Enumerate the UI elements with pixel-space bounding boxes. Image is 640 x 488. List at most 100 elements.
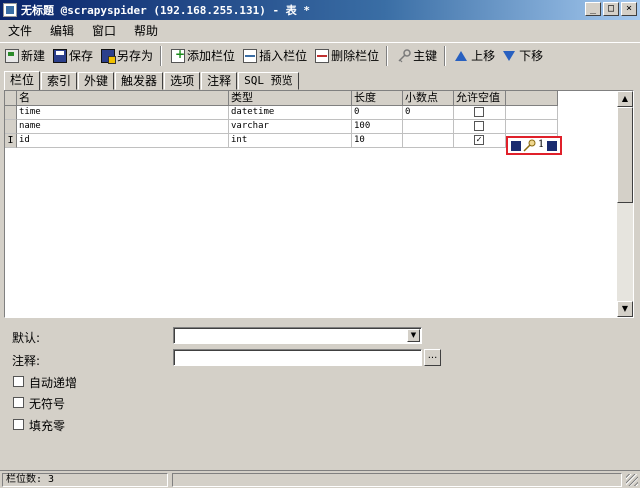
resize-grip-icon[interactable]	[626, 474, 638, 486]
cell-name[interactable]: time	[17, 106, 229, 120]
cell-decimals[interactable]: 0	[403, 106, 454, 120]
new-button[interactable]: 新建	[2, 45, 48, 67]
tab-strip: 栏位 索引 外键 触发器 选项 注释 SQL 预览	[4, 70, 300, 91]
allow-null-checkbox[interactable]	[474, 121, 484, 131]
delete-column-icon	[315, 48, 330, 63]
new-label: 新建	[21, 49, 46, 63]
grid-header-indicator	[5, 91, 17, 106]
tab-indexes[interactable]: 索引	[41, 72, 78, 90]
auto-increment-label: 自动递增	[29, 376, 78, 390]
delete-column-label: 删除栏位	[331, 49, 380, 63]
cell-type[interactable]: int	[229, 134, 352, 148]
menu-file[interactable]: 文件	[8, 22, 32, 39]
allow-null-checkbox[interactable]	[474, 107, 484, 117]
unsigned-label: 无符号	[29, 397, 66, 411]
new-icon	[5, 48, 19, 63]
status-bar: 栏位数: 3	[0, 470, 640, 488]
cell-key[interactable]	[506, 120, 558, 134]
save-label: 保存	[69, 49, 94, 63]
scroll-down-button[interactable]: ▼	[617, 301, 633, 317]
default-select[interactable]: ▼	[173, 327, 422, 344]
cell-allow-null[interactable]	[454, 120, 506, 134]
grid-header-name[interactable]: 名	[17, 91, 229, 106]
tab-comment[interactable]: 注释	[201, 72, 238, 90]
grid-header-key[interactable]	[506, 91, 558, 106]
minimize-button[interactable]: _	[585, 2, 601, 16]
toolbar-separator	[160, 45, 163, 66]
tab-foreign-keys[interactable]: 外键	[78, 72, 115, 90]
key-icon	[523, 139, 536, 152]
comment-edit-button[interactable]: ...	[424, 349, 441, 366]
insert-column-button[interactable]: 插入栏位	[240, 45, 310, 67]
auto-increment-checkbox[interactable]	[13, 376, 24, 387]
key-icon	[398, 48, 411, 62]
tab-sql-preview[interactable]: SQL 预览	[238, 72, 299, 90]
table-row[interactable]: I id int 10 ✓	[5, 134, 558, 148]
comment-input[interactable]	[173, 349, 422, 366]
allow-null-checkbox-checked[interactable]: ✓	[474, 135, 484, 145]
table-row[interactable]: name varchar 100	[5, 120, 558, 134]
key-order: 1	[538, 139, 545, 150]
window-controls: _ □ ×	[585, 2, 637, 16]
zerofill-label: 填充零	[29, 419, 66, 433]
column-count-status: 栏位数: 3	[2, 473, 168, 487]
default-label: 默认:	[12, 331, 41, 345]
key-marker-left	[511, 141, 521, 151]
title-bar: 无标题 @scrapyspider (192.168.255.131) - 表 …	[0, 0, 640, 20]
unsigned-checkbox[interactable]	[13, 397, 24, 408]
cell-allow-null[interactable]: ✓	[454, 134, 506, 148]
cell-decimals[interactable]	[403, 134, 454, 148]
current-row-indicator[interactable]: I	[5, 134, 17, 148]
menu-window[interactable]: 窗口	[92, 22, 116, 39]
save-as-label: 另存为	[117, 49, 154, 63]
menu-edit[interactable]: 编辑	[50, 22, 74, 39]
chevron-down-icon[interactable]: ▼	[407, 329, 420, 342]
cell-key[interactable]	[506, 106, 558, 120]
insert-column-icon	[243, 48, 258, 63]
tab-columns[interactable]: 栏位	[4, 71, 41, 91]
app-icon	[3, 3, 17, 17]
save-button[interactable]: 保存	[50, 45, 96, 67]
zerofill-checkbox[interactable]	[13, 419, 24, 430]
cell-decimals[interactable]	[403, 120, 454, 134]
cell-length[interactable]: 0	[352, 106, 403, 120]
cell-allow-null[interactable]	[454, 106, 506, 120]
add-column-button[interactable]: 添加栏位	[168, 45, 238, 67]
move-up-label: 上移	[471, 49, 496, 63]
grid-header-decimals[interactable]: 小数点	[403, 91, 454, 106]
delete-column-button[interactable]: 删除栏位	[312, 45, 382, 67]
primary-key-button[interactable]: 主键	[394, 45, 440, 67]
table-row[interactable]: time datetime 0 0	[5, 106, 558, 120]
grid-header-allow-null[interactable]: 允许空值	[454, 91, 506, 106]
scroll-thumb[interactable]	[617, 107, 633, 203]
cell-name[interactable]: name	[17, 120, 229, 134]
cell-length[interactable]: 100	[352, 120, 403, 134]
move-down-button[interactable]: 下移	[500, 45, 546, 67]
menu-help[interactable]: 帮助	[134, 22, 158, 39]
window-title: 无标题 @scrapyspider (192.168.255.131) - 表 …	[21, 4, 311, 17]
toolbar: 新建 保存 另存为 添加栏位 插入栏位 删除栏位 主键 上移 下移	[0, 42, 640, 68]
grid-vertical-scrollbar[interactable]: ▲ ▼	[617, 91, 633, 317]
add-column-icon	[171, 47, 185, 63]
arrow-down-icon	[503, 50, 516, 61]
cell-type[interactable]: datetime	[229, 106, 352, 120]
primary-key-label: 主键	[413, 49, 438, 63]
row-indicator[interactable]	[5, 120, 17, 134]
scroll-up-button[interactable]: ▲	[617, 91, 633, 107]
tab-options[interactable]: 选项	[164, 72, 201, 90]
tab-triggers[interactable]: 触发器	[115, 72, 164, 90]
menu-bar: 文件 编辑 窗口 帮助	[0, 20, 640, 40]
move-up-button[interactable]: 上移	[452, 45, 498, 67]
save-as-button[interactable]: 另存为	[98, 45, 156, 67]
grid-header: 名 类型 长度 小数点 允许空值	[5, 91, 558, 106]
cell-name[interactable]: id	[17, 134, 229, 148]
close-button[interactable]: ×	[621, 2, 637, 16]
cell-type[interactable]: varchar	[229, 120, 352, 134]
primary-key-cell[interactable]: 1	[506, 136, 562, 155]
grid-header-type[interactable]: 类型	[229, 91, 352, 106]
comment-label: 注释:	[12, 354, 41, 368]
row-indicator[interactable]	[5, 106, 17, 120]
cell-length[interactable]: 10	[352, 134, 403, 148]
grid-header-length[interactable]: 长度	[352, 91, 403, 106]
maximize-button[interactable]: □	[603, 2, 619, 16]
